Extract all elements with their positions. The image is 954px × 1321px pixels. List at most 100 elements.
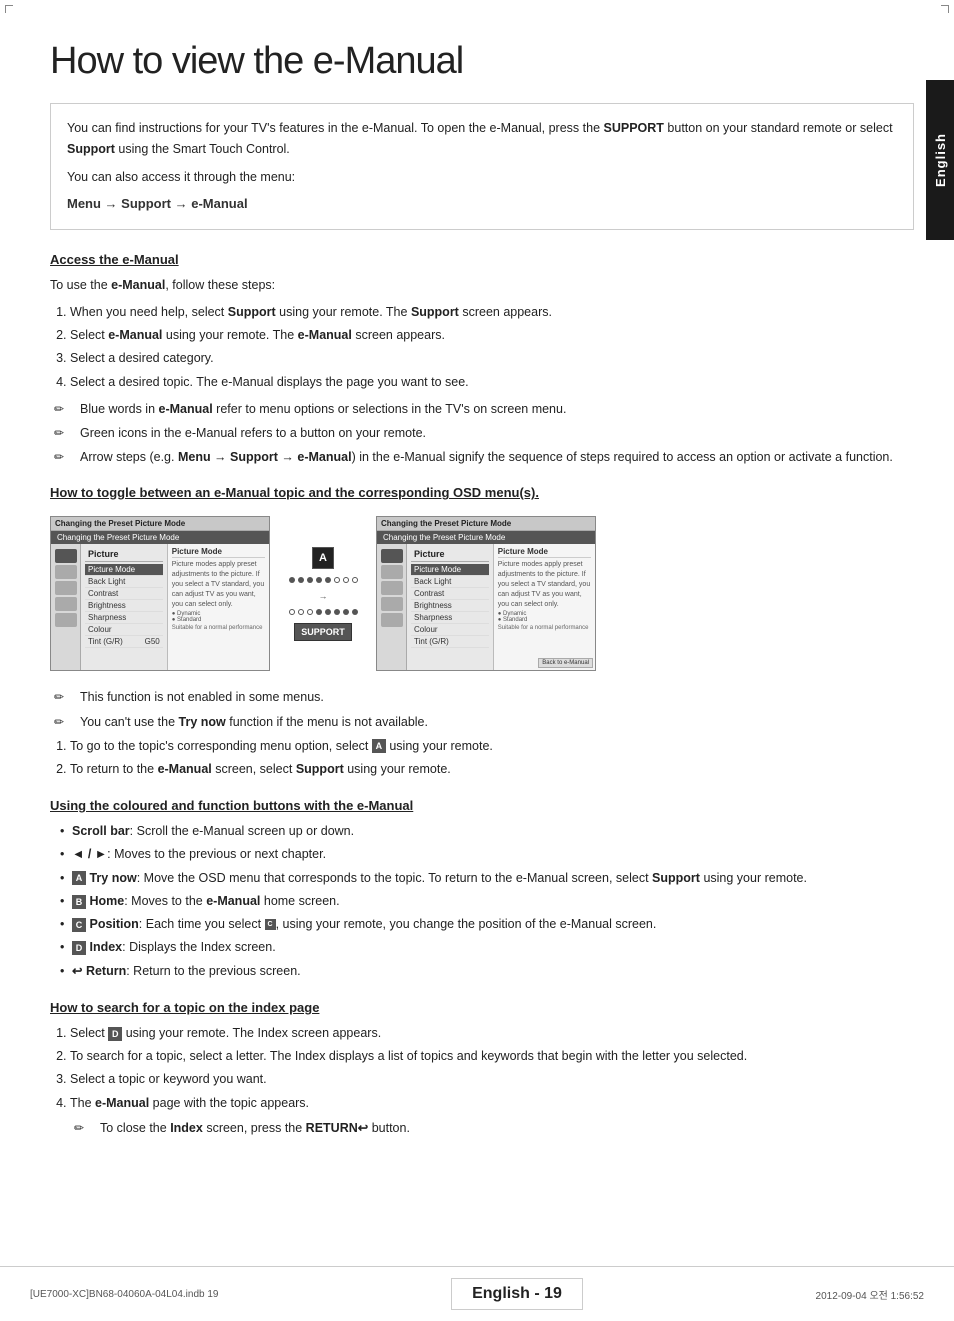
- right-menu-item-2: Back Light: [411, 576, 489, 588]
- right-menu-item-4: Brightness: [411, 600, 489, 612]
- bullet-trynow: A Try now: Move the OSD menu that corres…: [60, 868, 914, 889]
- main-content: How to view the e-Manual You can find in…: [50, 0, 914, 1204]
- left-menu-item-2: Back Light: [85, 576, 163, 588]
- note-text-2: Green icons in the e-Manual refers to a …: [80, 423, 426, 443]
- left-tv-header: Changing the Preset Picture Mode: [51, 517, 269, 531]
- right-menu-item-7: Tint (G/R): [411, 636, 489, 648]
- menu-path: Menu → Support → e-Manual: [67, 194, 897, 215]
- sidebar-icon-3: [55, 581, 77, 595]
- dot-1: [289, 577, 295, 583]
- left-tv-content: Picture Mode Picture modes apply preset …: [168, 544, 269, 671]
- right-menu-item-1: Picture Mode: [411, 564, 489, 576]
- right-menu-item-5: Sharpness: [411, 612, 489, 624]
- dot-b5: [325, 609, 331, 615]
- note-icon-3: ✏: [54, 448, 76, 467]
- left-tv-header-highlight: Changing the Preset Picture Mode: [51, 531, 269, 544]
- r-sidebar-icon-4: [381, 597, 403, 611]
- search-step-2: To search for a topic, select a letter. …: [70, 1046, 914, 1067]
- left-content-title: Picture Mode: [172, 547, 265, 558]
- support-bold: SUPPORT: [604, 121, 664, 135]
- icon-a-try: A: [72, 871, 86, 885]
- search-heading: How to search for a topic on the index p…: [50, 1000, 914, 1015]
- intro-text: You can find instructions for your TV's …: [67, 118, 897, 161]
- icon-c-position: C: [72, 918, 86, 932]
- dot-2: [298, 577, 304, 583]
- left-tv-sidebar: [51, 544, 81, 671]
- toggle-steps-list: To go to the topic's corresponding menu …: [70, 736, 914, 781]
- r-sidebar-icon-3: [381, 581, 403, 595]
- left-tv-menu: Picture Picture Mode Back Light Contrast…: [81, 544, 168, 671]
- right-tv-menu: Picture Picture Mode Back Light Contrast…: [407, 544, 494, 671]
- left-content-text: Picture modes apply preset adjustments t…: [172, 560, 265, 609]
- page-title: How to view the e-Manual: [50, 40, 914, 83]
- access-steps-list: When you need help, select Support using…: [70, 302, 914, 393]
- left-menu-item-7: Tint (G/R)G50: [85, 636, 163, 648]
- toggle-note-1: ✏ This function is not enabled in some m…: [50, 687, 914, 707]
- search-note-icon: ✏: [74, 1119, 96, 1138]
- bullet-return: ↩ Return: Return to the previous screen.: [60, 961, 914, 982]
- support-button: SUPPORT: [294, 623, 352, 641]
- sidebar-icon-1: [55, 549, 77, 563]
- r-sidebar-icon-5: [381, 613, 403, 627]
- icon-d-search: D: [108, 1027, 122, 1041]
- note-text-1: Blue words in e-Manual refer to menu opt…: [80, 399, 566, 419]
- dot-5: [325, 577, 331, 583]
- smart-touch-bold: Support: [67, 142, 115, 156]
- toggle-note-icon-1: ✏: [54, 688, 76, 707]
- side-tab: English: [926, 80, 954, 240]
- note-text-3: Arrow steps (e.g. Menu → Support → e-Man…: [80, 447, 893, 467]
- search-note-text: To close the Index screen, press the RET…: [100, 1118, 410, 1138]
- coloured-bullets-list: Scroll bar: Scroll the e-Manual screen u…: [60, 821, 914, 982]
- right-tv-content: Picture Mode Picture modes apply preset …: [494, 544, 595, 671]
- access-step-3: Select a desired category.: [70, 348, 914, 369]
- footer-left: [UE7000-XC]BN68-04060A-04L04.indb 19: [30, 1289, 218, 1300]
- right-menu-item-6: Colour: [411, 624, 489, 636]
- icon-d-index: D: [72, 941, 86, 955]
- note-arrow-steps: ✏ Arrow steps (e.g. Menu → Support → e-M…: [50, 447, 914, 467]
- dot-b7: [343, 609, 349, 615]
- r-sidebar-icon-1: [381, 549, 403, 563]
- left-menu-item-5: Sharpness: [85, 612, 163, 624]
- dot-6: [334, 577, 340, 583]
- dot-b8: [352, 609, 358, 615]
- left-tv-body: Picture Picture Mode Back Light Contrast…: [51, 544, 269, 671]
- access-step-4: Select a desired topic. The e-Manual dis…: [70, 372, 914, 393]
- search-step-3: Select a topic or keyword you want.: [70, 1069, 914, 1090]
- access-intro: To use the e-Manual, follow these steps:: [50, 275, 914, 296]
- intro-menu-text: You can also access it through the menu:: [67, 167, 897, 188]
- left-tv-screen: Changing the Preset Picture Mode Changin…: [50, 516, 270, 671]
- access-heading: Access the e-Manual: [50, 252, 914, 267]
- corner-tr: [941, 5, 949, 13]
- note-icon-2: ✏: [54, 424, 76, 443]
- dot-b4: [316, 609, 322, 615]
- sidebar-icon-5: [55, 613, 77, 627]
- dot-b2: [298, 609, 304, 615]
- left-menu-item-1: Picture Mode: [85, 564, 163, 576]
- right-content-text: Picture modes apply preset adjustments t…: [498, 560, 591, 609]
- toggle-note-text-1: This function is not enabled in some men…: [80, 687, 324, 707]
- intro-box: You can find instructions for your TV's …: [50, 103, 914, 230]
- diagram-section: Changing the Preset Picture Mode Changin…: [50, 516, 914, 671]
- bullet-prev-next: ◄ / ►: Moves to the previous or next cha…: [60, 844, 914, 865]
- dot-7: [343, 577, 349, 583]
- toggle-heading: How to toggle between an e-Manual topic …: [50, 485, 914, 500]
- icon-a-inline: A: [372, 739, 386, 753]
- access-step-2: Select e-Manual using your remote. The e…: [70, 325, 914, 346]
- right-menu-item-3: Contrast: [411, 588, 489, 600]
- bullet-index: D Index: Displays the Index screen.: [60, 937, 914, 958]
- note-green-icons: ✏ Green icons in the e-Manual refers to …: [50, 423, 914, 443]
- search-step-4: The e-Manual page with the topic appears…: [70, 1093, 914, 1138]
- toggle-note-text-2: You can't use the Try now function if th…: [80, 712, 428, 732]
- coloured-heading: Using the coloured and function buttons …: [50, 798, 914, 813]
- icon-c-small: C: [265, 919, 276, 930]
- sidebar-icon-4: [55, 597, 77, 611]
- right-tv-screen: Changing the Preset Picture Mode Changin…: [376, 516, 596, 671]
- r-sidebar-icon-2: [381, 565, 403, 579]
- icon-b-home: B: [72, 895, 86, 909]
- toggle-step-1: To go to the topic's corresponding menu …: [70, 736, 914, 757]
- dot-b3: [307, 609, 313, 615]
- search-note: ✏ To close the Index screen, press the R…: [70, 1118, 914, 1138]
- dots-bottom: [289, 609, 358, 615]
- side-tab-label: English: [933, 133, 948, 187]
- dots-top: [289, 577, 358, 583]
